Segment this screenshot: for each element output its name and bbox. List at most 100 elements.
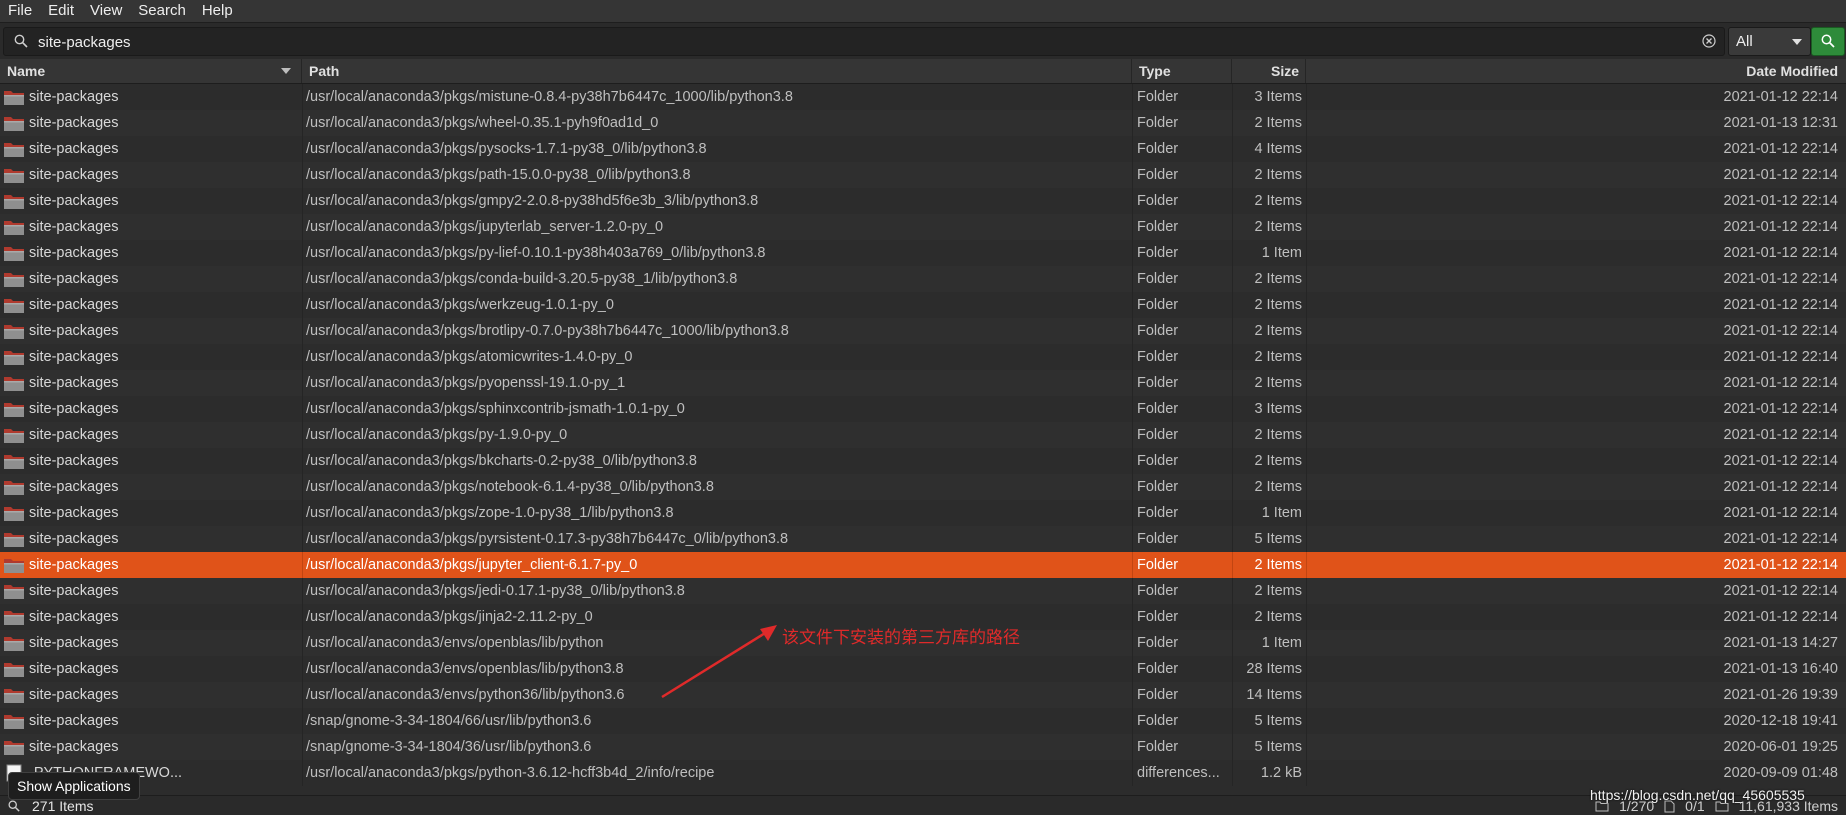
row-type: Folder xyxy=(1137,89,1179,105)
menu-help[interactable]: Help xyxy=(194,0,241,22)
table-row[interactable]: site-packages/usr/local/anaconda3/pkgs/g… xyxy=(0,188,1846,214)
column-header-type[interactable]: Type xyxy=(1132,59,1232,83)
table-row[interactable]: site-packages/usr/local/anaconda3/envs/o… xyxy=(0,656,1846,682)
cell-name: site-packages xyxy=(0,474,302,500)
column-path-label: Path xyxy=(309,63,340,79)
column-divider xyxy=(1306,266,1307,292)
table-row[interactable]: site-packages/usr/local/anaconda3/pkgs/n… xyxy=(0,474,1846,500)
cell-name: site-packages xyxy=(0,162,302,188)
column-divider xyxy=(1306,448,1307,474)
column-divider xyxy=(1132,266,1133,292)
table-row[interactable]: site-packages/usr/local/anaconda3/pkgs/p… xyxy=(0,422,1846,448)
table-row[interactable]: site-packages/usr/local/anaconda3/pkgs/j… xyxy=(0,552,1846,578)
table-row[interactable]: -PYTHONFRAMEWO.../usr/local/anaconda3/pk… xyxy=(0,760,1846,786)
table-row[interactable]: site-packages/usr/local/anaconda3/pkgs/z… xyxy=(0,500,1846,526)
row-type: Folder xyxy=(1137,167,1179,183)
column-divider xyxy=(1232,162,1233,188)
column-divider xyxy=(1232,240,1233,266)
column-divider xyxy=(1306,214,1307,240)
column-divider xyxy=(1232,136,1233,162)
column-header-name[interactable]: Name xyxy=(0,59,302,83)
table-row[interactable]: site-packages/usr/local/anaconda3/pkgs/m… xyxy=(0,84,1846,110)
column-divider xyxy=(1232,604,1233,630)
row-path: /snap/gnome-3-34-1804/66/usr/lib/python3… xyxy=(306,713,592,729)
column-header-path[interactable]: Path xyxy=(302,59,1132,83)
menu-bar: File Edit View Search Help xyxy=(0,0,1846,22)
search-button[interactable] xyxy=(1811,27,1845,56)
column-divider xyxy=(1132,708,1133,734)
cell-name: site-packages xyxy=(0,734,302,760)
menu-search[interactable]: Search xyxy=(130,0,194,22)
table-row[interactable]: site-packages/usr/local/anaconda3/pkgs/p… xyxy=(0,162,1846,188)
menu-edit[interactable]: Edit xyxy=(40,0,82,22)
row-size: 1 Item xyxy=(1261,505,1302,521)
table-row[interactable]: site-packages/usr/local/anaconda3/pkgs/a… xyxy=(0,344,1846,370)
table-row[interactable]: site-packages/usr/local/anaconda3/pkgs/p… xyxy=(0,136,1846,162)
column-divider xyxy=(1306,396,1307,422)
row-path: /usr/local/anaconda3/pkgs/atomicwrites-1… xyxy=(306,349,633,365)
table-row[interactable]: site-packages/snap/gnome-3-34-1804/66/us… xyxy=(0,708,1846,734)
table-row[interactable]: site-packages/usr/local/anaconda3/pkgs/w… xyxy=(0,110,1846,136)
row-name: site-packages xyxy=(29,193,119,209)
column-divider xyxy=(1232,422,1233,448)
column-divider xyxy=(1132,604,1133,630)
clear-icon[interactable] xyxy=(1702,34,1716,48)
row-size: 2 Items xyxy=(1254,583,1302,599)
row-size: 2 Items xyxy=(1254,167,1302,183)
menu-file[interactable]: File xyxy=(0,0,40,22)
cell-name: site-packages xyxy=(0,500,302,526)
row-path: /usr/local/anaconda3/pkgs/pyopenssl-19.1… xyxy=(306,375,626,391)
row-size: 3 Items xyxy=(1254,401,1302,417)
row-size: 3 Items xyxy=(1254,89,1302,105)
table-row[interactable]: site-packages/usr/local/anaconda3/pkgs/p… xyxy=(0,526,1846,552)
folder-icon xyxy=(4,611,24,625)
table-row[interactable]: site-packages/usr/local/anaconda3/envs/p… xyxy=(0,682,1846,708)
row-size: 2 Items xyxy=(1254,271,1302,287)
table-row[interactable]: site-packages/usr/local/anaconda3/pkgs/j… xyxy=(0,578,1846,604)
table-row[interactable]: site-packages/usr/local/anaconda3/pkgs/j… xyxy=(0,214,1846,240)
row-date: 2021-01-12 22:14 xyxy=(1723,609,1839,625)
cell-name: site-packages xyxy=(0,448,302,474)
cell-name: site-packages xyxy=(0,630,302,656)
column-divider xyxy=(302,448,303,474)
column-header-size[interactable]: Size xyxy=(1232,59,1306,83)
row-name: site-packages xyxy=(29,245,119,261)
cell-name: site-packages xyxy=(0,682,302,708)
table-row[interactable]: site-packages/usr/local/anaconda3/pkgs/b… xyxy=(0,448,1846,474)
row-date: 2021-01-12 22:14 xyxy=(1723,141,1839,157)
search-input[interactable] xyxy=(36,31,1680,53)
column-divider xyxy=(1232,708,1233,734)
row-path: /usr/local/anaconda3/pkgs/notebook-6.1.4… xyxy=(306,479,714,495)
table-row[interactable]: site-packages/usr/local/anaconda3/pkgs/c… xyxy=(0,266,1846,292)
column-divider xyxy=(1232,318,1233,344)
cell-name: site-packages xyxy=(0,422,302,448)
table-row[interactable]: site-packages/usr/local/anaconda3/pkgs/p… xyxy=(0,370,1846,396)
column-divider xyxy=(1132,734,1133,760)
column-divider xyxy=(1306,578,1307,604)
table-row[interactable]: site-packages/usr/local/anaconda3/pkgs/s… xyxy=(0,396,1846,422)
row-name: site-packages xyxy=(29,583,119,599)
cell-name: site-packages xyxy=(0,110,302,136)
row-path: /usr/local/anaconda3/pkgs/zope-1.0-py38_… xyxy=(306,505,674,521)
column-divider xyxy=(1306,760,1307,786)
scope-select[interactable]: All xyxy=(1728,27,1811,56)
folder-icon xyxy=(4,663,24,677)
table-row[interactable]: site-packages/usr/local/anaconda3/pkgs/p… xyxy=(0,240,1846,266)
cell-name: site-packages xyxy=(0,84,302,110)
row-name: site-packages xyxy=(29,323,119,339)
column-divider xyxy=(302,630,303,656)
row-size: 2 Items xyxy=(1254,557,1302,573)
folder-icon xyxy=(4,377,24,391)
table-row[interactable]: site-packages/snap/gnome-3-34-1804/36/us… xyxy=(0,734,1846,760)
search-box[interactable] xyxy=(3,27,1725,56)
row-date: 2021-01-12 22:14 xyxy=(1723,479,1839,495)
cell-name: site-packages xyxy=(0,656,302,682)
column-header-date[interactable]: Date Modified xyxy=(1306,59,1846,83)
row-size: 5 Items xyxy=(1254,713,1302,729)
row-size: 2 Items xyxy=(1254,349,1302,365)
table-row[interactable]: site-packages/usr/local/anaconda3/pkgs/w… xyxy=(0,292,1846,318)
table-row[interactable]: site-packages/usr/local/anaconda3/pkgs/b… xyxy=(0,318,1846,344)
menu-view[interactable]: View xyxy=(82,0,130,22)
folder-icon xyxy=(4,273,24,287)
folder-icon xyxy=(4,429,24,443)
